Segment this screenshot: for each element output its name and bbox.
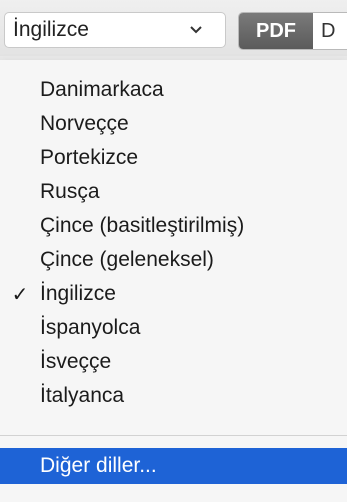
menu-item-other-languages[interactable]: Diğer diller... [0, 448, 347, 484]
menu-item-label: İsveççe [40, 350, 112, 373]
menu-item-label: Danimarkaca [40, 78, 164, 101]
segment-next[interactable]: D [313, 13, 347, 49]
toolbar: İngilizce PDF D [0, 0, 347, 56]
menu-item-label: Norveççe [40, 112, 129, 135]
menu-item-italyanca[interactable]: İtalyanca [0, 378, 347, 414]
checkmark-icon: ✓ [11, 283, 29, 306]
menu-item-label: İngilizce [40, 282, 116, 305]
menu-item-portekizce[interactable]: Portekizce [0, 140, 347, 176]
menu-item-rusca[interactable]: Rusça [0, 174, 347, 210]
menu-item-cince-geleneksel[interactable]: Çince (geleneksel) [0, 242, 347, 278]
menu-item-label: İspanyolca [40, 316, 141, 339]
menu-item-label: Çince (basitleştirilmiş) [40, 214, 245, 237]
menu-item-ispanyolca[interactable]: İspanyolca [0, 310, 347, 346]
menu-item-label: Portekizce [40, 146, 139, 169]
menu-item-label: Rusça [40, 180, 100, 203]
segment-pdf[interactable]: PDF [239, 13, 313, 49]
menu-item-norvecce[interactable]: Norveççe [0, 106, 347, 142]
menu-separator [0, 435, 347, 436]
menu-item-isvecce[interactable]: İsveççe [0, 344, 347, 380]
app-window: İngilizce PDF D Danimarkaca Norveççe Por… [0, 0, 347, 502]
chevron-down-icon [185, 19, 207, 41]
language-select-value: İngilizce [13, 18, 89, 41]
menu-item-cince-basitlestirilmis[interactable]: Çince (basitleştirilmiş) [0, 208, 347, 244]
menu-item-label: Diğer diller... [40, 454, 157, 477]
menu-item-label: İtalyanca [40, 384, 125, 407]
menu-item-label: Çince (geleneksel) [40, 248, 214, 271]
format-segmented-control: PDF D [238, 12, 347, 50]
menu-item-ingilizce[interactable]: ✓ İngilizce [0, 276, 347, 312]
menu-item-danimarkaca[interactable]: Danimarkaca [0, 72, 347, 108]
language-select[interactable]: İngilizce [4, 12, 226, 48]
language-dropdown-menu: Danimarkaca Norveççe Portekizce Rusça Çi… [0, 60, 347, 502]
